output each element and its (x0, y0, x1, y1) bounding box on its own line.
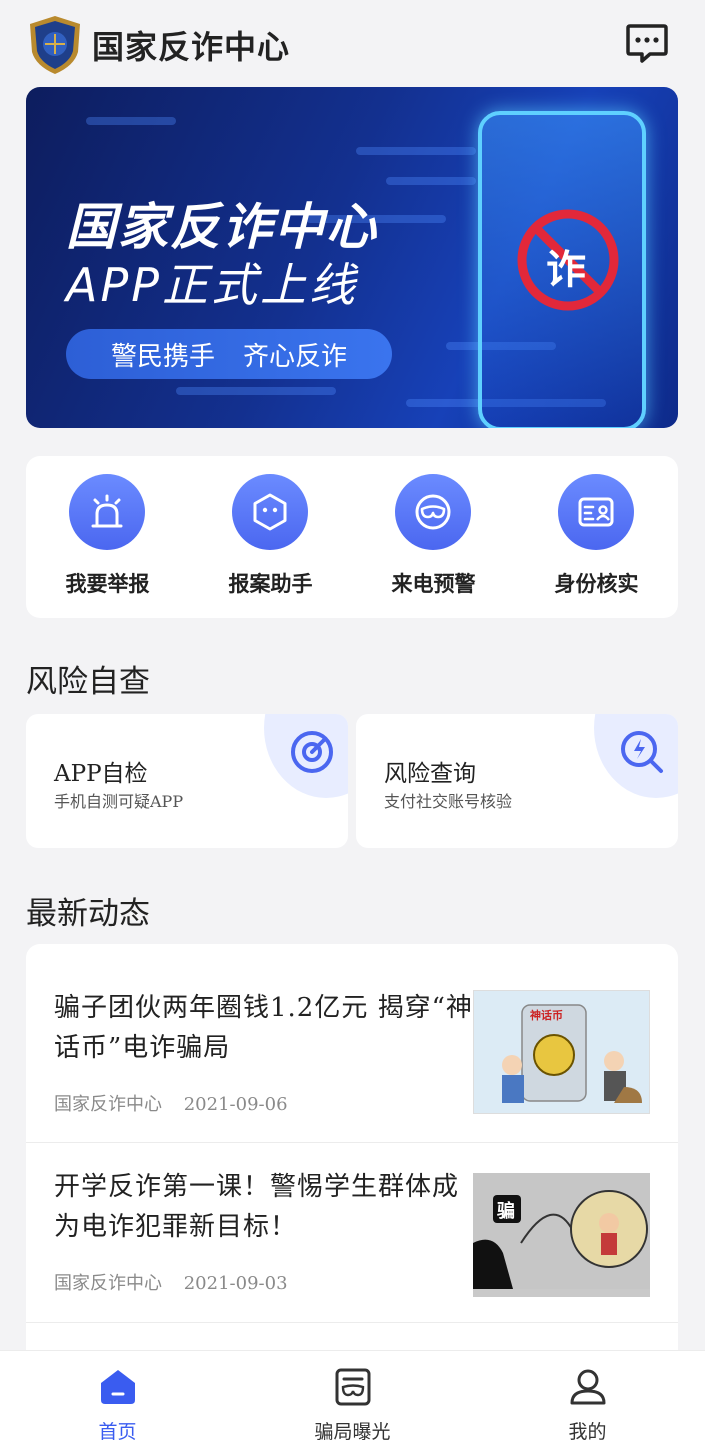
promo-banner[interactable]: 诈 国家反诈中心 APP正式上线 警民携手 齐心反诈 (26, 87, 678, 428)
risk-card-desc: 手机自测可疑APP (54, 792, 184, 811)
quick-action-label: 来电预警 (391, 571, 476, 596)
news-item[interactable]: 开学反诈第一课！警惕学生群体成为电诈犯罪新目标！ 国家反诈中心 2021-09-… (26, 1143, 678, 1323)
hexagon-bot-icon (232, 474, 308, 550)
risk-card-app-check[interactable]: APP自检 手机自测可疑APP (26, 714, 348, 848)
news-title: 骗子团伙两年圈钱1.2亿元 揭穿“神话币”电诈骗局 (54, 993, 473, 1063)
user-icon (570, 1369, 606, 1405)
message-bubble-icon[interactable] (624, 20, 670, 66)
tab-home[interactable]: 首页 (0, 1351, 235, 1451)
tab-mine[interactable]: 我的 (470, 1351, 705, 1451)
risk-card-desc: 支付社交账号核验 (384, 792, 513, 811)
news-meta: 国家反诈中心 2021-09-06 (54, 1090, 288, 1116)
slogan-left: 警民携手 (110, 341, 215, 372)
banner-subtitle: APP正式上线 (66, 258, 358, 312)
risk-card-title: 风险查询 (384, 761, 476, 787)
mask-icon (395, 474, 471, 550)
news-thumbnail: 骗 (473, 1173, 650, 1297)
news-item[interactable]: 骗子团伙两年圈钱1.2亿元 揭穿“神话币”电诈骗局 国家反诈中心 2021-09… (26, 944, 678, 1142)
banner-slogan: 警民携手 齐心反诈 (66, 329, 392, 379)
divider (26, 1322, 678, 1323)
news-source: 国家反诈中心 (54, 1094, 162, 1115)
news-thumbnail: 神话币 (473, 990, 650, 1114)
quick-action-call-warning[interactable]: 来电预警 (352, 456, 515, 618)
app-header: 国家反诈中心 (0, 0, 705, 88)
bottom-tabbar: 首页 骗局曝光 我的 (0, 1350, 705, 1451)
police-badge-icon (26, 14, 84, 76)
quick-action-label: 身份核实 (554, 571, 639, 596)
news-date: 2021-09-03 (183, 1273, 288, 1294)
quick-action-id-verify[interactable]: 身份核实 (515, 456, 678, 618)
news-date: 2021-09-06 (183, 1094, 288, 1115)
thumbnail-caption: 骗 (497, 1201, 515, 1222)
fraud-badge-char: 诈 (546, 247, 586, 293)
phone-illustration: 诈 (478, 111, 646, 428)
home-icon (101, 1370, 135, 1404)
risk-card-title: APP自检 (54, 761, 148, 787)
tab-scam-exposure[interactable]: 骗局曝光 (235, 1351, 470, 1451)
lightning-search-icon (618, 728, 666, 780)
alarm-light-icon (69, 474, 145, 550)
news-source: 国家反诈中心 (54, 1273, 162, 1294)
quick-action-label: 报案助手 (228, 571, 313, 596)
document-mask-icon (335, 1368, 371, 1406)
tab-label: 首页 (98, 1421, 137, 1443)
quick-actions: 我要举报 报案助手 来电预警 身份核实 (26, 456, 678, 618)
tab-label: 骗局曝光 (314, 1421, 391, 1443)
app-title: 国家反诈中心 (92, 28, 291, 66)
risk-card-risk-query[interactable]: 风险查询 支付社交账号核验 (356, 714, 678, 848)
news-meta: 国家反诈中心 2021-09-03 (54, 1269, 288, 1295)
news-section-title: 最新动态 (26, 896, 150, 932)
quick-action-assistant[interactable]: 报案助手 (189, 456, 352, 618)
target-icon (288, 728, 336, 780)
slogan-right: 齐心反诈 (243, 341, 348, 372)
risk-section-title: 风险自查 (26, 664, 150, 700)
thumbnail-caption: 神话币 (530, 1009, 563, 1022)
news-list: 骗子团伙两年圈钱1.2亿元 揭穿“神话币”电诈骗局 国家反诈中心 2021-09… (26, 944, 678, 1364)
id-card-icon (558, 474, 634, 550)
tab-label: 我的 (568, 1421, 607, 1443)
news-title: 开学反诈第一课！警惕学生群体成为电诈犯罪新目标！ (54, 1172, 460, 1242)
quick-action-report[interactable]: 我要举报 (26, 456, 189, 618)
quick-action-label: 我要举报 (65, 571, 150, 596)
